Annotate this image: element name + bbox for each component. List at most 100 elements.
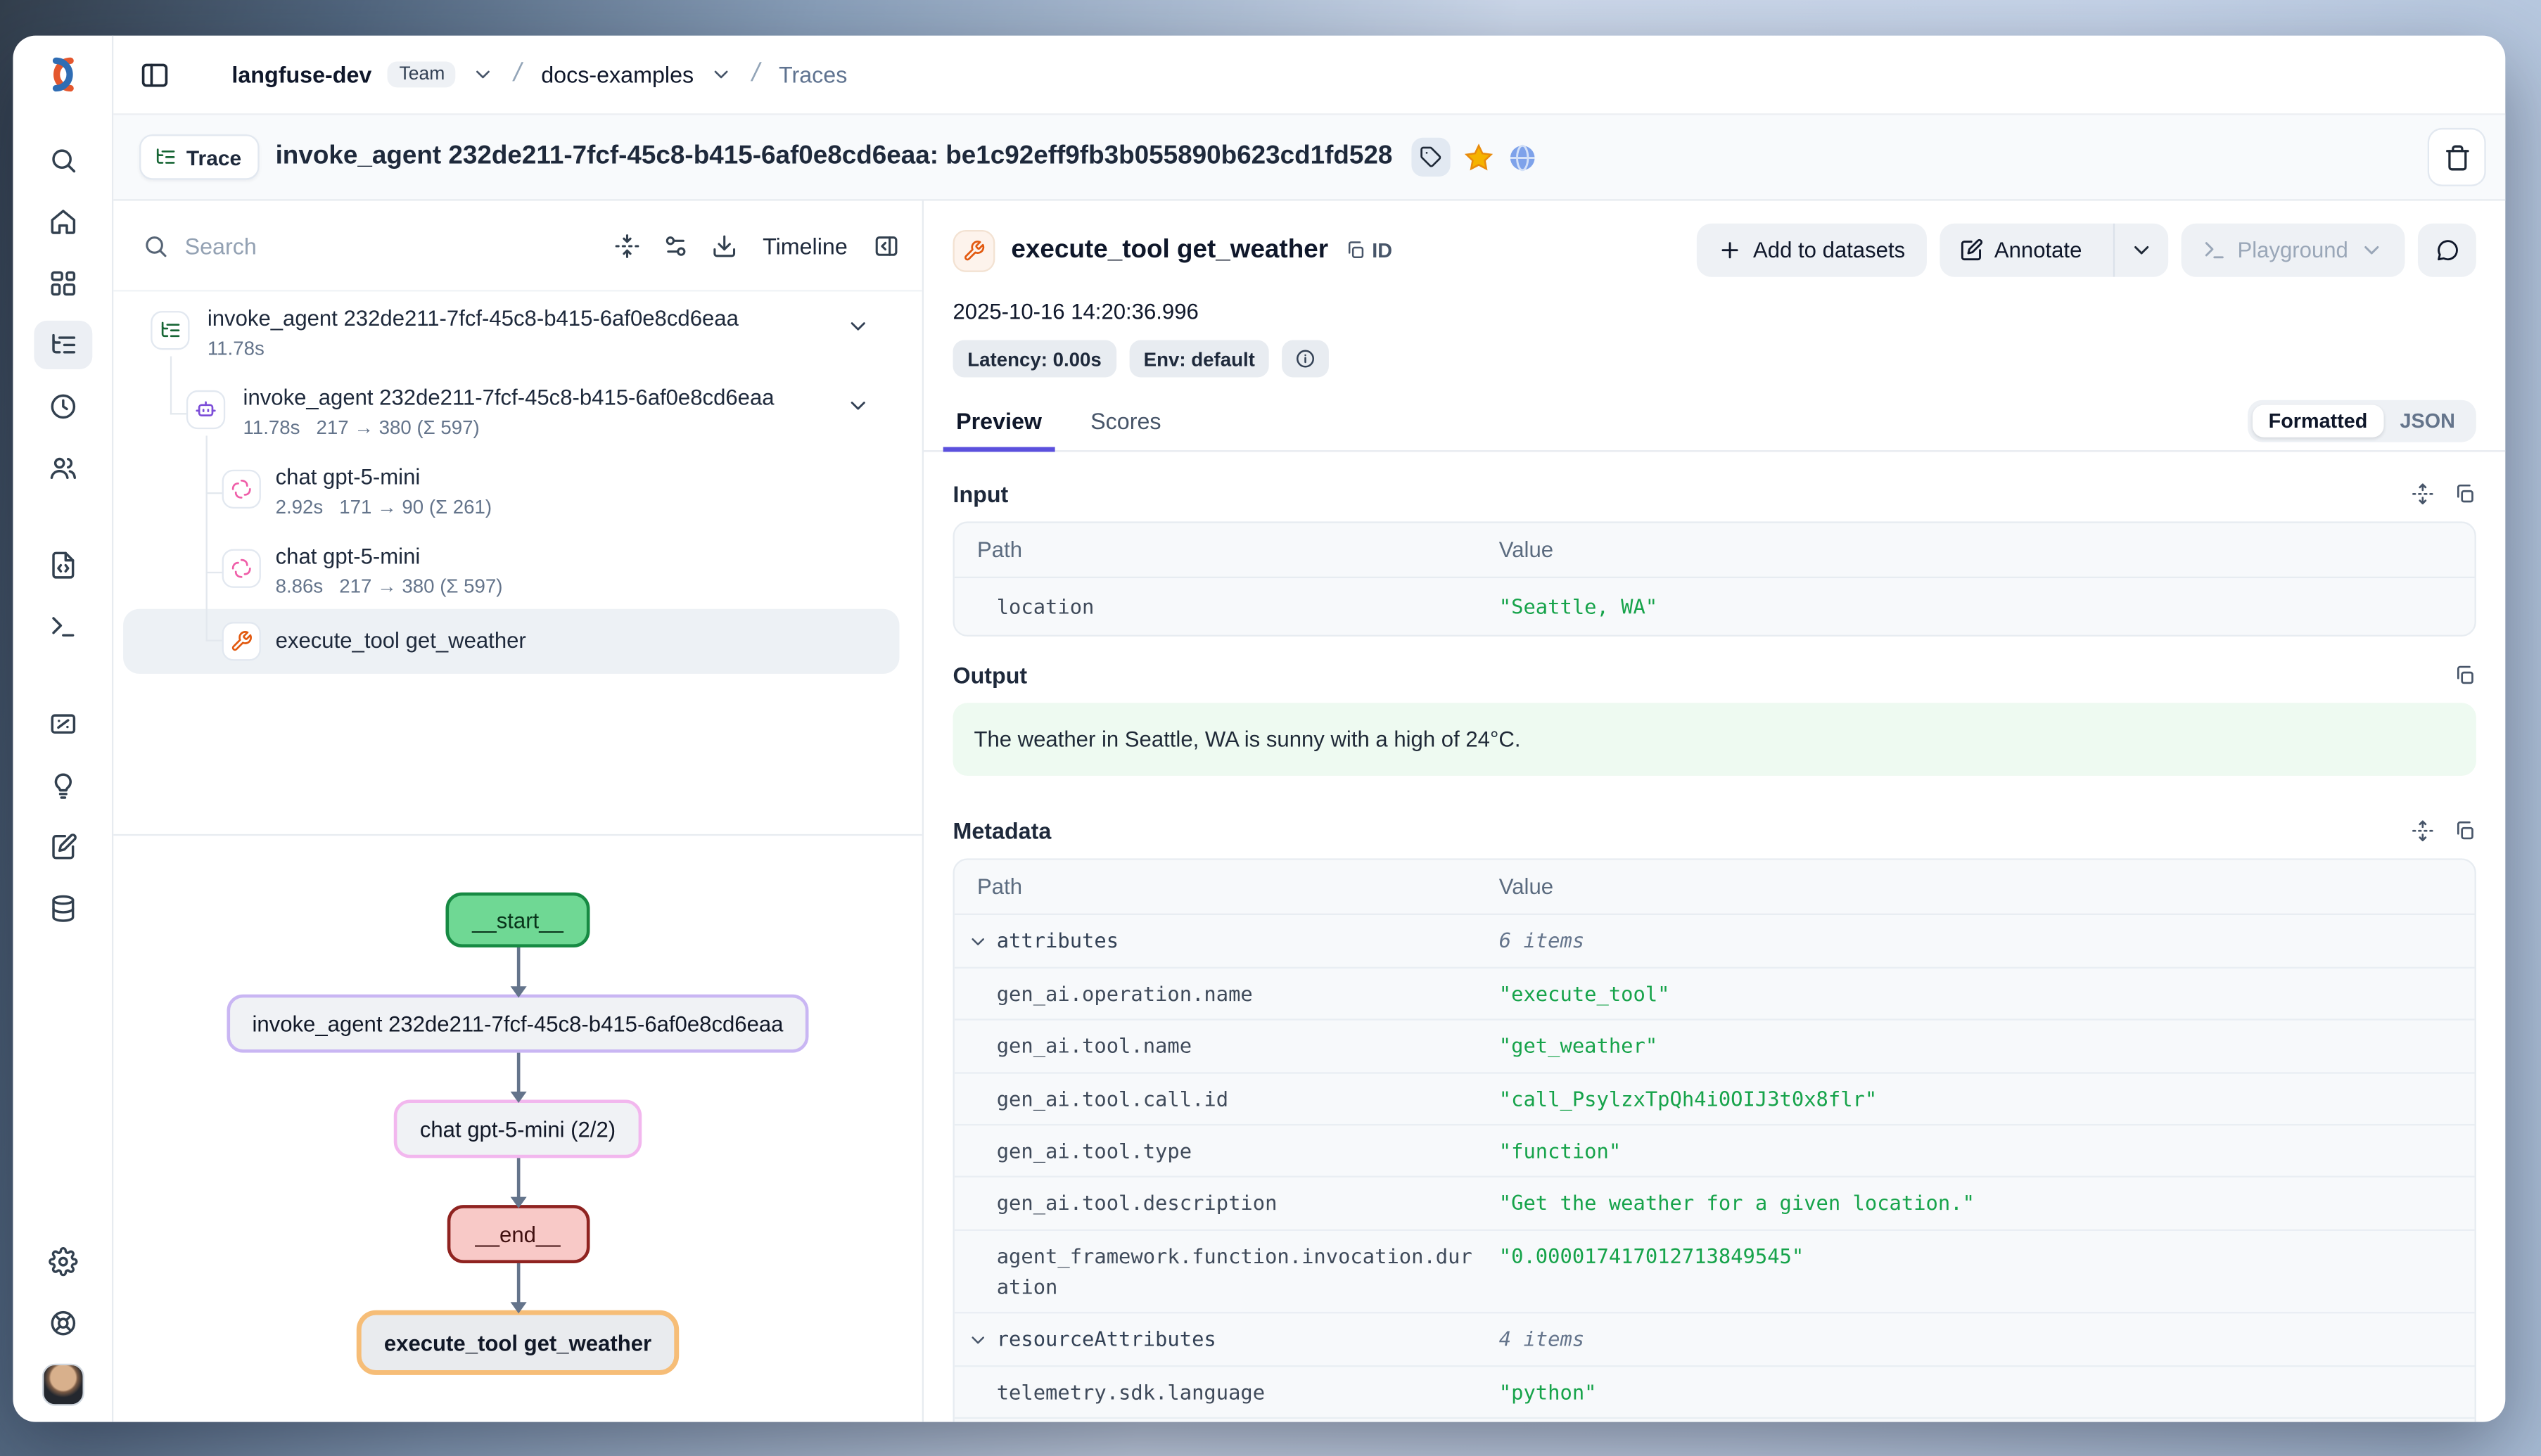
comment-bubble-icon [2435,238,2459,262]
output-heading: Output [953,663,1027,689]
breadcrumb-org[interactable]: langfuse-dev [231,61,371,87]
metadata-table: Path Value attributes 6 items gen_ai.ope… [953,859,2476,1422]
nav-rail [13,36,113,1422]
tag-icon[interactable] [1412,138,1451,177]
comments-button[interactable] [2418,224,2476,277]
copy-icon[interactable] [2454,820,2476,843]
span-metrics: 2.92s171 → 90 (Σ 261) [276,496,492,518]
input-heading: Input [953,481,1008,507]
observation-timestamp: 2025-10-16 14:20:36.996 [953,300,2476,324]
breadcrumb-bar: langfuse-dev Team / docs-examples / Trac… [113,36,2505,115]
span-duration: 11.78s [208,337,265,359]
settings-icon[interactable] [33,1237,91,1286]
breadcrumb-project[interactable]: docs-examples [541,61,694,87]
observation-title: execute_tool get_weather [1011,236,1328,264]
chevron-down-icon[interactable] [846,394,870,419]
info-icon[interactable] [1282,340,1330,378]
metadata-group-row[interactable]: attributes 6 items [955,916,2475,969]
detail-tabs: Preview Scores Formatted JSON [924,390,2505,452]
trace-title: invoke_agent 232de211-7fcf-45c8-b415-6af… [276,143,1393,172]
metadata-row: gen_ai.tool.description"Get the weather … [955,1178,2475,1231]
metadata-group-row[interactable]: resourceAttributes 4 items [955,1314,2475,1367]
expand-icon[interactable] [2412,483,2434,505]
column-header-path: Path [955,537,1499,562]
span-label: execute_tool get_weather [276,628,526,653]
trace-tree-panel: Search Timeline [113,201,924,1422]
star-icon[interactable] [1464,141,1495,172]
annotate-button[interactable]: Annotate [1940,224,2101,277]
span-metrics: 11.78s217 → 380 (Σ 597) [243,416,480,439]
breadcrumb-separator: / [508,60,528,89]
langfuse-logo [43,55,82,94]
generation-icon [222,549,261,588]
evaluation-icon[interactable] [33,700,91,748]
datasets-icon[interactable] [33,884,91,933]
trace-tree-icon [154,146,177,168]
prompts-icon[interactable] [33,541,91,589]
tab-preview[interactable]: Preview [953,408,1045,450]
chevron-down-icon [967,1329,988,1350]
timeline-toggle[interactable]: Timeline [759,232,851,258]
support-icon[interactable] [33,1299,91,1348]
trace-type-badge: Trace [139,134,259,179]
search-icon[interactable] [33,136,91,184]
org-chevron-icon[interactable] [472,63,495,86]
sessions-icon[interactable] [33,382,91,430]
env-badge: Env: default [1129,340,1270,378]
metadata-row: gen_ai.tool.call.id"call_PsylzxTpQh4i0OI… [955,1073,2475,1125]
format-formatted[interactable]: Formatted [2253,405,2384,438]
output-value: The weather in Seattle, WA is sunny with… [953,703,2476,777]
breadcrumb-section[interactable]: Traces [779,61,847,87]
graph-node-end[interactable]: __end__ [447,1205,590,1263]
traces-icon[interactable] [33,321,91,369]
copy-id-button[interactable]: ID [1344,239,1392,262]
expand-icon[interactable] [2412,820,2434,843]
span-label: invoke_agent 232de211-7fcf-45c8-b415-6af… [243,385,775,410]
graph-node-chat[interactable]: chat gpt-5-mini (2/2) [394,1099,642,1158]
home-icon[interactable] [33,198,91,246]
collapse-all-icon[interactable] [613,232,639,258]
add-to-datasets-button[interactable]: Add to datasets [1696,224,1926,277]
public-globe-icon[interactable] [1508,141,1539,172]
view-settings-icon[interactable] [662,232,688,258]
tab-scores[interactable]: Scores [1088,408,1165,450]
terminal-icon [2202,238,2227,262]
graph-node-start[interactable]: __start__ [446,893,589,947]
graph-edge [516,1263,520,1310]
chevron-down-icon[interactable] [846,314,870,339]
graph-edge [516,1158,520,1205]
table-row: location "Seattle, WA" [955,578,2475,635]
playground-button[interactable]: Playground [2181,224,2405,277]
graph-edge [516,1053,520,1100]
copy-icon[interactable] [2454,483,2476,505]
format-toggle: Formatted JSON [2248,400,2476,442]
graph-node-agent[interactable]: invoke_agent 232de211-7fcf-45c8-b415-6af… [227,995,810,1053]
format-json[interactable]: JSON [2383,405,2471,438]
dashboards-icon[interactable] [33,259,91,307]
tool-wrench-icon [953,229,995,272]
annotate-split-button: Annotate [1940,224,2168,277]
annotate-dropdown-chevron[interactable] [2113,224,2167,277]
search-input[interactable]: Search [143,232,591,258]
column-header-path: Path [955,875,1499,900]
insights-icon[interactable] [33,761,91,810]
collapse-panel-icon[interactable] [874,232,900,258]
user-avatar[interactable] [42,1364,84,1406]
chevron-down-icon [967,931,988,952]
annotation-icon[interactable] [33,823,91,871]
column-header-value: Value [1499,537,2475,562]
span-label: chat gpt-5-mini [276,465,421,490]
playground-icon[interactable] [33,603,91,651]
graph-node-tool-selected[interactable]: execute_tool get_weather [357,1310,680,1375]
app-window: langfuse-dev Team / docs-examples / Trac… [13,36,2505,1422]
sidebar-toggle-icon[interactable] [139,59,170,90]
delete-trace-button[interactable] [2428,128,2486,186]
users-icon[interactable] [33,444,91,492]
copy-icon[interactable] [2454,665,2476,687]
chevron-down-icon [2360,238,2384,262]
download-icon[interactable] [711,232,737,258]
project-chevron-icon[interactable] [710,63,732,86]
pencil-square-icon [1959,238,1983,262]
detail-scroll-area[interactable]: Input Path Value [924,452,2505,1422]
trace-tree-icon [151,311,189,350]
